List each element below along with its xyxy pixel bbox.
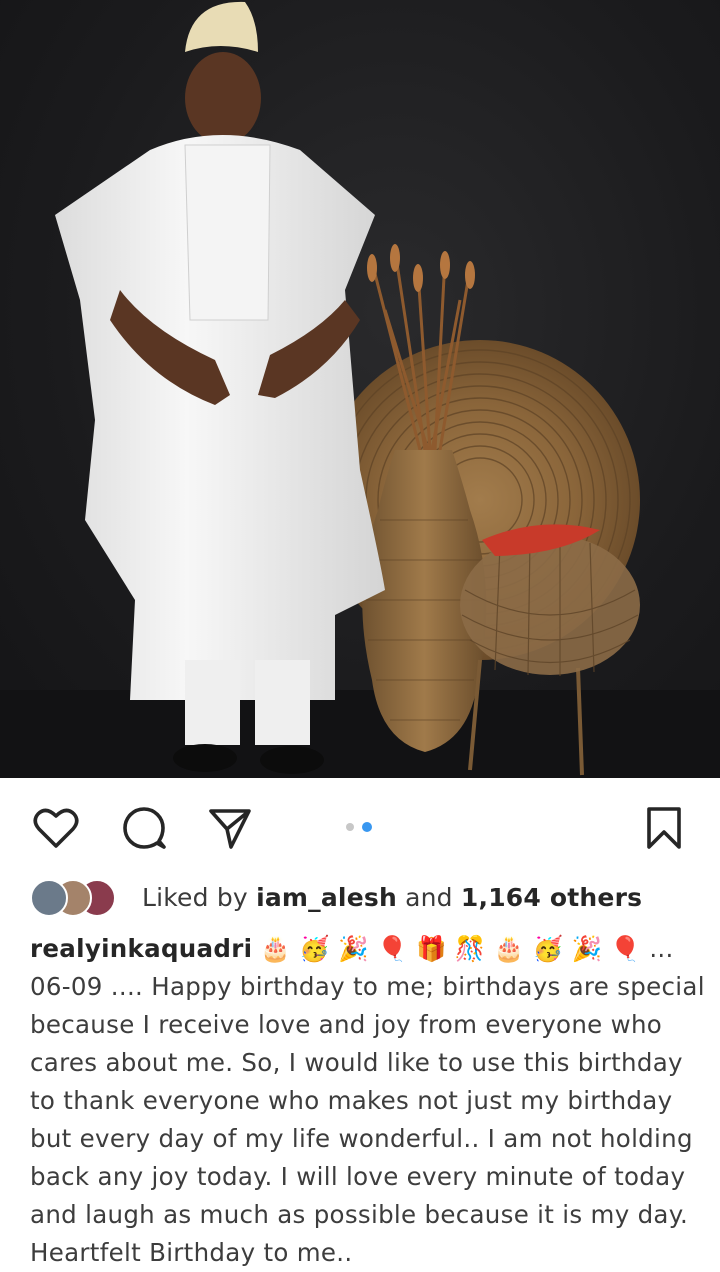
caption-line: to thank everyone who makes not just my … [30, 1086, 673, 1115]
caption-line: Heartfelt Birthday to me.. [30, 1238, 353, 1267]
caption-emojis: 🎂 🥳 🎉 🎈 🎁 🎊 🎂 🥳 🎉 🎈 ... [260, 934, 674, 963]
caption-line: 06-09 .... Happy birthday to me; birthda… [30, 972, 705, 1001]
likes-row[interactable]: Liked by iam_alesh and 1,164 others [0, 872, 720, 922]
like-button[interactable] [30, 802, 82, 854]
basket [460, 535, 640, 675]
liker-avatars [30, 877, 130, 917]
likes-prefix: Liked by [142, 882, 248, 912]
post-photo-illustration [0, 1, 720, 778]
caption-line: but every day of my life wonderful.. I a… [30, 1124, 693, 1153]
caption-username[interactable]: realyinkaquadri [30, 934, 252, 963]
carousel-dot-2-active [362, 822, 372, 832]
comment-button[interactable] [118, 802, 170, 854]
liker-username[interactable]: iam_alesh [256, 883, 397, 912]
avatar [30, 879, 68, 917]
caption-line: and laugh as much as possible because it… [30, 1200, 689, 1229]
likes-text: Liked by iam_alesh and 1,164 others [142, 883, 642, 912]
send-icon [209, 809, 251, 849]
share-button[interactable] [204, 802, 256, 854]
caption-line: because I receive love and joy from ever… [30, 1010, 663, 1039]
post-caption: realyinkaquadri 🎂 🥳 🎉 🎈 🎁 🎊 🎂 🥳 🎉 🎈 ... … [0, 922, 720, 1272]
caption-line: cares about me. So, I would like to use … [30, 1048, 683, 1077]
bookmark-icon [647, 807, 681, 849]
save-button[interactable] [638, 802, 690, 854]
post-image[interactable] [0, 0, 720, 778]
likes-others-count[interactable]: 1,164 others [461, 883, 642, 912]
heart-icon [33, 808, 79, 848]
likes-middle: and [405, 882, 453, 912]
carousel-indicator [346, 822, 372, 832]
cap [185, 1, 258, 52]
carousel-dot-1 [346, 823, 354, 831]
caption-line: back any joy today. I will love every mi… [30, 1162, 686, 1191]
comment-icon [123, 807, 166, 849]
post-actions-bar [0, 778, 720, 872]
caption-first-line: realyinkaquadri 🎂 🥳 🎉 🎈 🎁 🎊 🎂 🥳 🎉 🎈 ... [30, 930, 690, 968]
